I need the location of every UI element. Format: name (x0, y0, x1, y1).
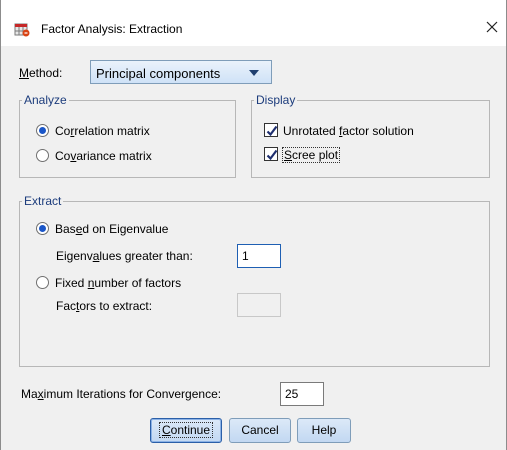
spss-app-icon (14, 21, 30, 37)
help-button[interactable]: Help (297, 418, 351, 443)
based-on-eigenvalue-radio[interactable] (36, 222, 49, 235)
checkmark-icon (266, 149, 278, 161)
covariance-matrix-radio[interactable] (36, 149, 49, 162)
scree-plot-checkbox[interactable] (264, 147, 278, 161)
close-icon (486, 21, 498, 33)
title-bar: Factor Analysis: Extraction (0, 0, 507, 46)
max-iterations-input[interactable] (280, 382, 324, 406)
chevron-down-icon (249, 70, 259, 76)
correlation-matrix-label: Correlation matrix (55, 124, 150, 138)
unrotated-factor-solution-checkbox[interactable] (264, 123, 278, 137)
scree-plot-label: Scree plot (281, 147, 341, 163)
close-button[interactable] (477, 14, 507, 40)
checkmark-icon (266, 125, 278, 137)
method-dropdown[interactable]: Principal components (90, 60, 272, 84)
factors-to-extract-input[interactable] (237, 293, 281, 317)
method-label: Method: (19, 66, 63, 80)
max-iterations-label: Maximum Iterations for Convergence: (21, 387, 222, 401)
fixed-number-of-factors-radio[interactable] (36, 276, 49, 289)
extract-legend: Extract (24, 194, 62, 208)
unrotated-factor-solution-label: Unrotated factor solution (283, 124, 414, 138)
window-border-left (0, 0, 1, 450)
fixed-number-of-factors-label: Fixed number of factors (55, 276, 182, 290)
analyze-legend: Analyze (24, 93, 67, 107)
based-on-eigenvalue-label: Based on Eigenvalue (55, 222, 169, 236)
method-label-text: ethod: (29, 66, 63, 80)
continue-button[interactable]: Continue (150, 418, 222, 443)
eigenvalue-threshold-input[interactable] (237, 244, 281, 268)
cancel-button[interactable]: Cancel (229, 418, 291, 443)
display-legend: Display (256, 93, 296, 107)
window-title: Factor Analysis: Extraction (41, 22, 183, 36)
method-selected-value: Principal components (96, 66, 221, 81)
factors-to-extract-label: Factors to extract: (56, 299, 153, 313)
correlation-matrix-radio[interactable] (36, 124, 49, 137)
covariance-matrix-label: Covariance matrix (55, 149, 152, 163)
eigenvalues-greater-label: Eigenvalues greater than: (56, 249, 193, 263)
